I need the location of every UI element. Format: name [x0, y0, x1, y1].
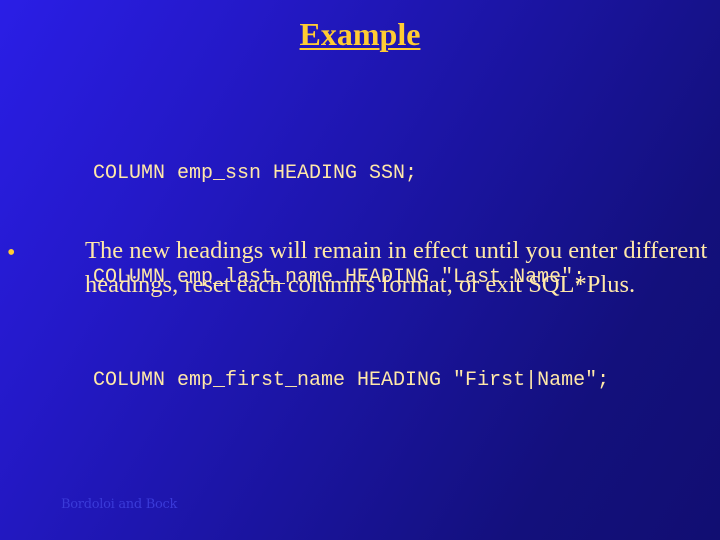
code-line: COLUMN emp_ssn HEADING SSN; — [93, 162, 418, 185]
slide: Example COLUMN emp_ssn HEADING SSN; COLU… — [0, 0, 720, 540]
bullet-icon: • — [7, 240, 16, 266]
code-line: COLUMN emp_first_name HEADING "First|Nam… — [93, 369, 610, 392]
slide-title: Example — [299, 16, 421, 52]
footer-credit: Bordoloi and Bock — [61, 497, 178, 512]
bullet-text: The new headings will remain in effect u… — [85, 237, 708, 298]
